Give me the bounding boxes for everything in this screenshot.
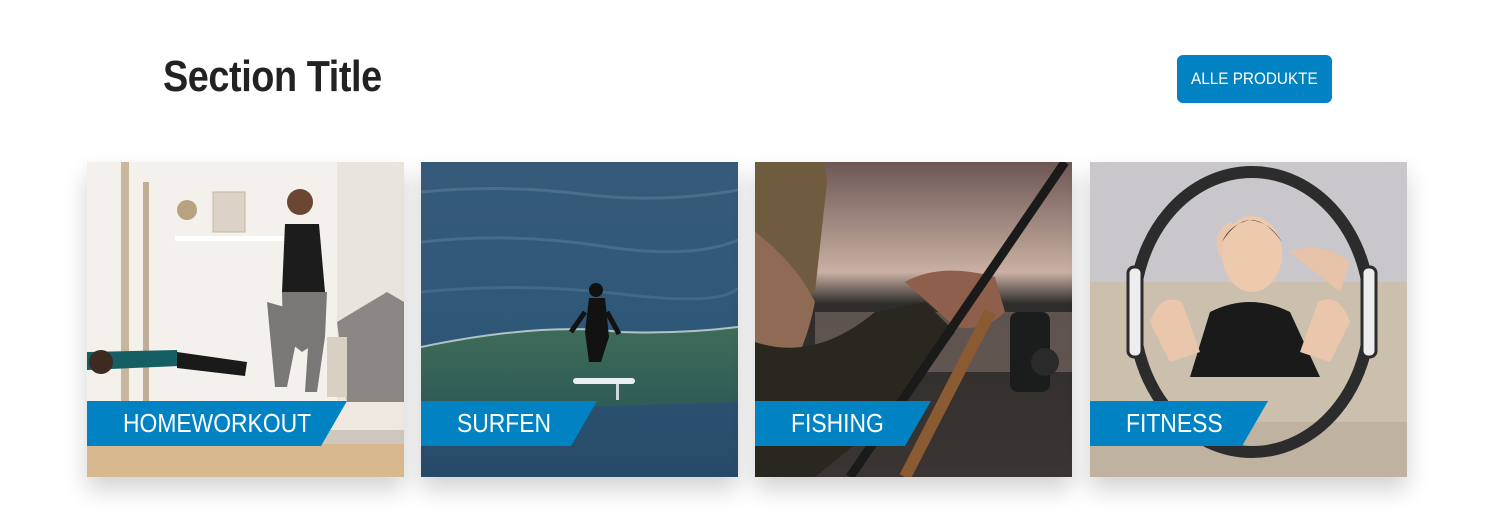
category-label: FITNESS	[1126, 408, 1223, 438]
category-tag: FISHING	[755, 401, 931, 446]
category-label: HOMEWORKOUT	[123, 408, 312, 438]
category-card-surfen[interactable]: SURFEN	[421, 162, 738, 477]
category-label: FISHING	[791, 408, 884, 438]
category-tag: SURFEN	[421, 401, 597, 446]
all-products-button-label: ALLE PRODUKTE	[1191, 69, 1318, 88]
category-card-fitness[interactable]: FITNESS	[1090, 162, 1407, 477]
category-card-fishing[interactable]: FISHING	[755, 162, 1072, 477]
section-title: Section Title	[163, 52, 382, 101]
category-card-homeworkout[interactable]: HOMEWORKOUT	[87, 162, 404, 477]
all-products-button[interactable]: ALLE PRODUKTE	[1177, 55, 1332, 103]
category-label: SURFEN	[457, 408, 552, 438]
category-tag: FITNESS	[1090, 401, 1268, 446]
category-tag: HOMEWORKOUT	[87, 401, 347, 446]
